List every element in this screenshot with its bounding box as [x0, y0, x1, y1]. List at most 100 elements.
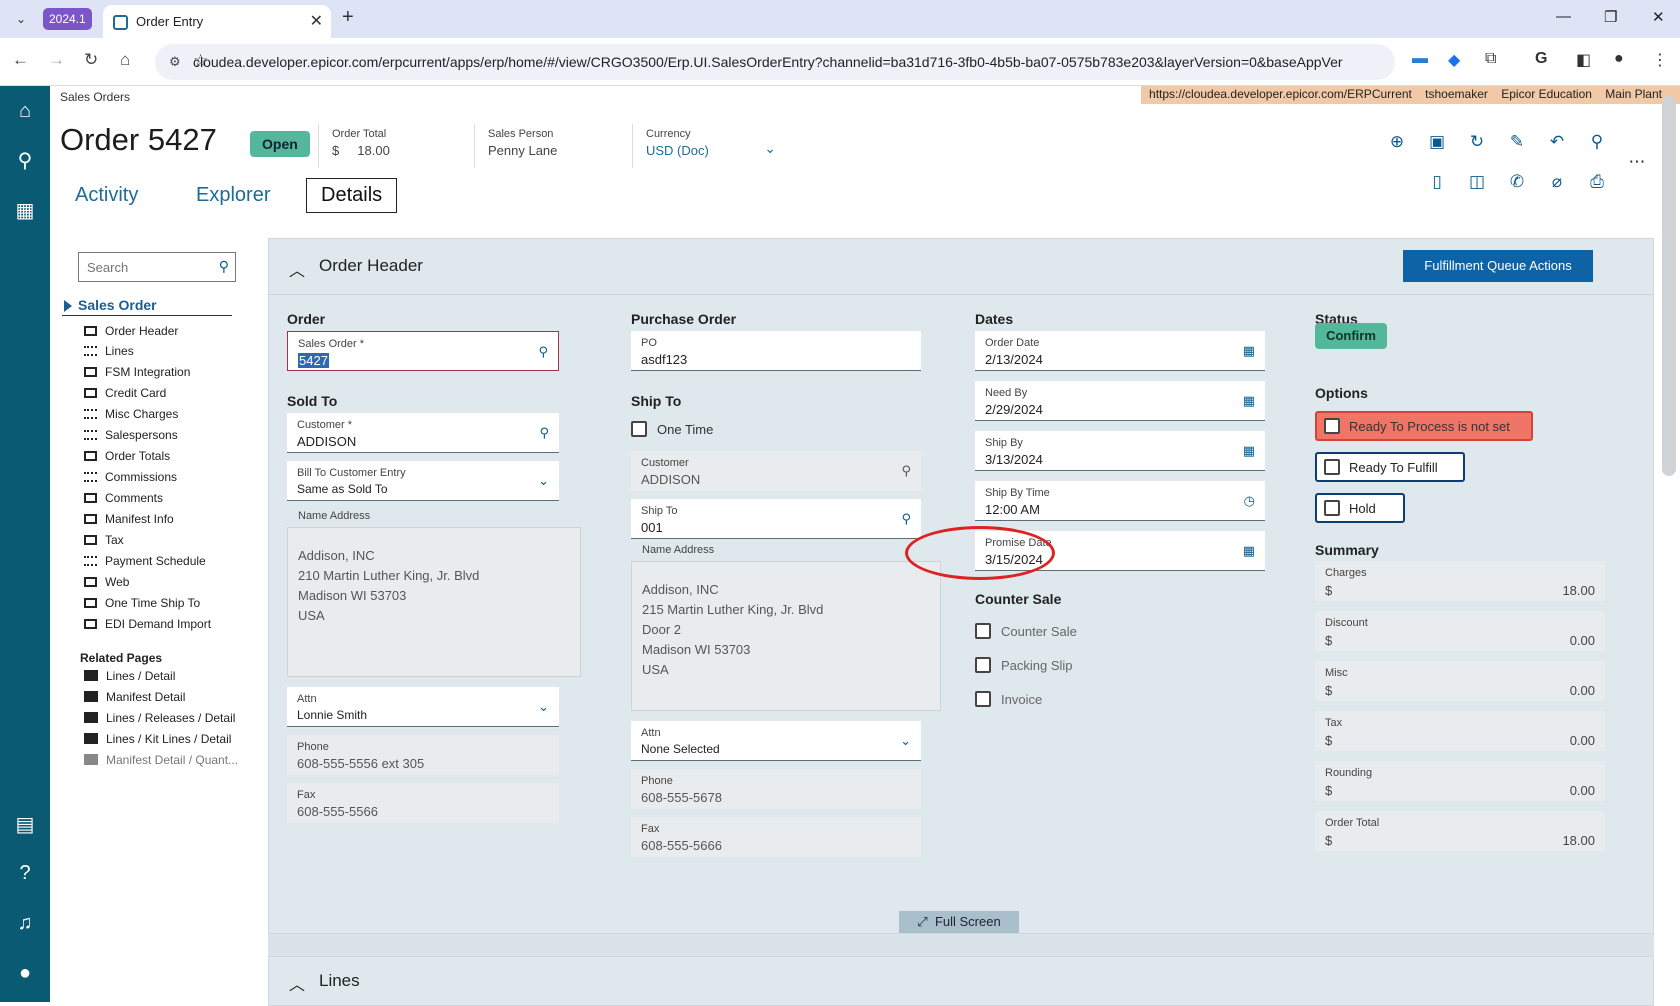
packing-slip-checkbox[interactable]: Packing Slip	[975, 657, 1073, 673]
calendar-icon[interactable]: ▦	[1243, 543, 1255, 559]
ship-to-address[interactable]: Name Address Addison, INC 215 Martin Lut…	[631, 544, 941, 711]
sidebar-item-credit-card[interactable]: Credit Card	[84, 386, 166, 400]
attn-dropdown[interactable]: Attn Lonnie Smith ⌄	[287, 687, 559, 727]
browser-menu-icon[interactable]: ⋮	[1652, 50, 1668, 70]
hold-checkbox[interactable]: Hold	[1315, 493, 1405, 523]
checkbox-box[interactable]	[1324, 418, 1340, 434]
extension-diamond-icon[interactable]: ◆	[1448, 50, 1460, 70]
search-icon[interactable]: ⚲	[0, 148, 50, 173]
user-account-icon[interactable]: ●	[0, 962, 50, 985]
fax-field[interactable]: Fax 608-555-5566	[287, 783, 559, 823]
sidebar-item-order-totals[interactable]: Order Totals	[84, 449, 170, 463]
sidebar-item-edi[interactable]: EDI Demand Import	[84, 617, 211, 631]
currency-field[interactable]: Currency USD (Doc) ⌄	[646, 128, 776, 158]
google-icon[interactable]: G	[1535, 50, 1547, 68]
search-icon[interactable]: ⚲	[219, 258, 229, 275]
sidebar-item-misc-charges[interactable]: Misc Charges	[84, 407, 178, 421]
notifications-bell-icon[interactable]: ♫	[0, 912, 50, 935]
home-icon[interactable]: ⌂	[120, 50, 130, 70]
sidebar-item-comments[interactable]: Comments	[84, 491, 163, 505]
sidebar-item-one-time-ship-to[interactable]: One Time Ship To	[84, 596, 200, 610]
undo-icon[interactable]: ↶	[1546, 132, 1568, 152]
ship-by-field[interactable]: Ship By 3/13/2024 ▦	[975, 431, 1265, 471]
tab-activity[interactable]: Activity	[75, 184, 138, 207]
new-tab-icon[interactable]: +	[342, 6, 354, 29]
back-icon[interactable]: ←	[12, 50, 29, 70]
restore-icon[interactable]: ❐	[1604, 8, 1617, 26]
tab-search-icon[interactable]: ⌄	[10, 8, 32, 30]
ship-phone-field[interactable]: Phone 608-555-5678	[631, 769, 921, 809]
tab-explorer[interactable]: Explorer	[196, 184, 270, 207]
sidebar-item-salespersons[interactable]: Salespersons	[84, 428, 178, 442]
calendar-icon[interactable]: ▦	[1243, 443, 1255, 459]
home-icon[interactable]: ⌂	[0, 100, 50, 123]
reload-icon[interactable]: ↻	[84, 50, 98, 70]
search-input[interactable]	[87, 254, 207, 280]
chevron-down-icon[interactable]: ⌄	[900, 733, 911, 749]
print-icon[interactable]: ⎙	[1586, 172, 1608, 192]
extension-icon[interactable]: ▬	[1412, 50, 1428, 68]
search-icon[interactable]: ⚲	[538, 344, 548, 360]
calendar-icon[interactable]: ▦	[1243, 343, 1255, 359]
breadcrumb[interactable]: Sales Orders	[60, 90, 130, 104]
sidebar-item-order-header[interactable]: Order Header	[84, 324, 178, 338]
sidebar-item-lines[interactable]: Lines	[84, 344, 134, 358]
clear-icon[interactable]: ✎	[1506, 132, 1528, 152]
invoice-checkbox[interactable]: Invoice	[975, 691, 1042, 707]
extensions-puzzle-icon[interactable]: ⧉	[1485, 50, 1496, 68]
sidebar-item-tax[interactable]: Tax	[84, 533, 124, 547]
related-manifest-quant[interactable]: Manifest Detail / Quant...	[84, 753, 238, 767]
full-screen-button[interactable]: ⤢ Full Screen	[899, 911, 1019, 933]
bill-to-dropdown[interactable]: Bill To Customer Entry Same as Sold To ⌄	[287, 461, 559, 501]
sold-to-address[interactable]: Name Address Addison, INC 210 Martin Lut…	[287, 510, 581, 677]
ready-to-fulfill-checkbox[interactable]: Ready To Fulfill	[1315, 452, 1465, 482]
panel-header[interactable]: ︿ Order Header Fulfillment Queue Actions	[269, 239, 1653, 295]
apps-grid-icon[interactable]: ▦	[0, 198, 50, 223]
bookmark-star-icon[interactable]: ☆	[193, 51, 1343, 71]
address-bar[interactable]: ⚙ cloudea.developer.epicor.com/erpcurren…	[155, 44, 1395, 80]
chat-icon[interactable]: ▤	[0, 812, 50, 837]
checkbox-box[interactable]	[1324, 500, 1340, 516]
calendar-icon[interactable]: ▦	[1243, 393, 1255, 409]
sidebar-item-fsm[interactable]: FSM Integration	[84, 365, 190, 379]
phone-icon[interactable]: ✆	[1506, 172, 1528, 192]
chevron-down-icon[interactable]: ⌄	[764, 140, 776, 157]
counter-sale-checkbox[interactable]: Counter Sale	[975, 623, 1077, 639]
chevron-down-icon[interactable]: ⌄	[538, 473, 549, 489]
help-icon[interactable]: ?	[0, 862, 50, 885]
ready-to-process-checkbox[interactable]: Ready To Process is not set	[1315, 411, 1533, 441]
refresh-icon[interactable]: ↻	[1466, 132, 1488, 152]
search-icon[interactable]: ⚲	[1586, 132, 1608, 152]
tab-details[interactable]: Details	[306, 178, 398, 213]
fulfillment-queue-button[interactable]: Fulfillment Queue Actions	[1403, 250, 1593, 282]
ship-by-time-field[interactable]: Ship By Time 12:00 AM ◷	[975, 481, 1265, 521]
confirm-badge[interactable]: Confirm	[1315, 323, 1387, 349]
panel-icon[interactable]: ◫	[1466, 172, 1488, 192]
chevron-down-icon[interactable]: ⌄	[538, 699, 549, 715]
attachment-icon[interactable]: ⌀	[1546, 172, 1568, 192]
chevron-up-icon[interactable]: ︿	[289, 257, 305, 281]
clock-icon[interactable]: ◷	[1244, 493, 1255, 509]
save-icon[interactable]: ▣	[1426, 132, 1448, 152]
tree-root-sales-order[interactable]: Sales Order	[62, 297, 232, 316]
minimize-icon[interactable]: —	[1556, 8, 1571, 25]
sidebar-item-payment-schedule[interactable]: Payment Schedule	[84, 554, 206, 568]
order-date-field[interactable]: Order Date 2/13/2024 ▦	[975, 331, 1265, 371]
search-icon[interactable]: ⚲	[901, 463, 911, 479]
checkbox-box[interactable]	[975, 691, 991, 707]
checkbox-box[interactable]	[975, 657, 991, 673]
search-icon[interactable]: ⚲	[901, 511, 911, 527]
ship-customer-field[interactable]: Customer ADDISON ⚲	[631, 451, 921, 491]
checkbox-box[interactable]	[975, 623, 991, 639]
one-time-checkbox[interactable]: One Time	[631, 421, 713, 437]
related-lines-kit-lines[interactable]: Lines / Kit Lines / Detail	[84, 732, 231, 746]
scrollbar[interactable]	[1662, 96, 1676, 476]
sidepanel-icon[interactable]: ◧	[1576, 50, 1591, 70]
new-icon[interactable]: ⊕	[1386, 132, 1408, 152]
chevron-up-icon[interactable]: ︿	[289, 971, 305, 995]
profile-avatar-icon[interactable]: ●	[1614, 50, 1624, 68]
sidebar-item-commissions[interactable]: Commissions	[84, 470, 177, 484]
search-icon[interactable]: ⚲	[539, 425, 549, 441]
customer-field[interactable]: Customer * ADDISON ⚲	[287, 413, 559, 453]
browser-tab[interactable]: Order Entry ✕	[103, 5, 331, 38]
